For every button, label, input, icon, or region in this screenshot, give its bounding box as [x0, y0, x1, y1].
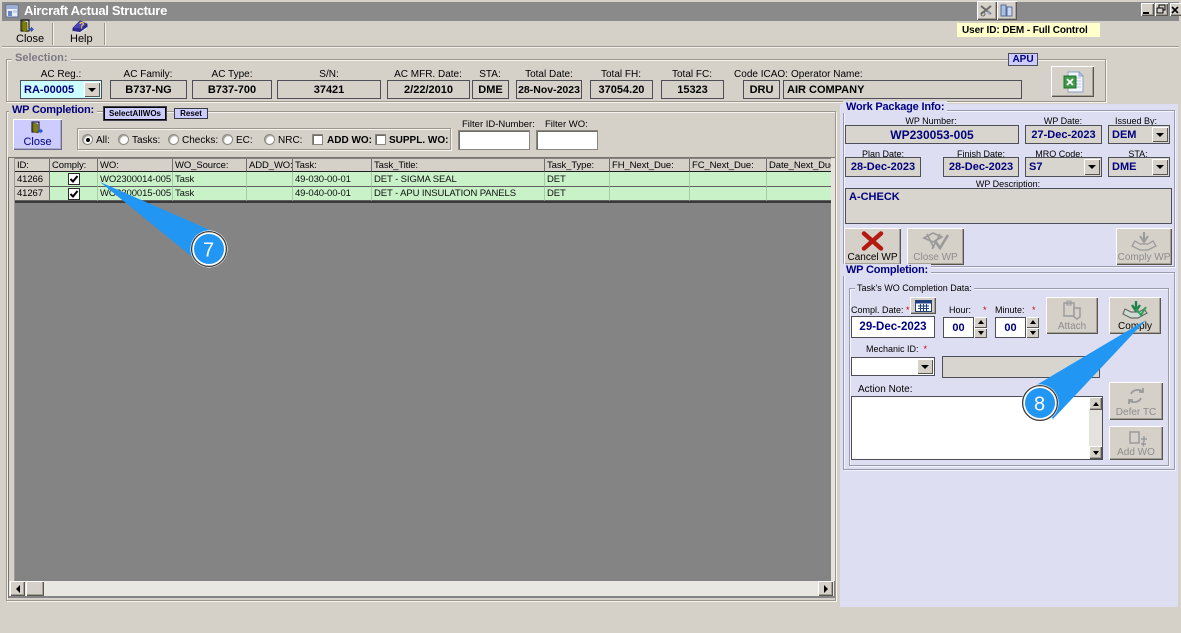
svg-text:?: ?	[79, 21, 85, 31]
